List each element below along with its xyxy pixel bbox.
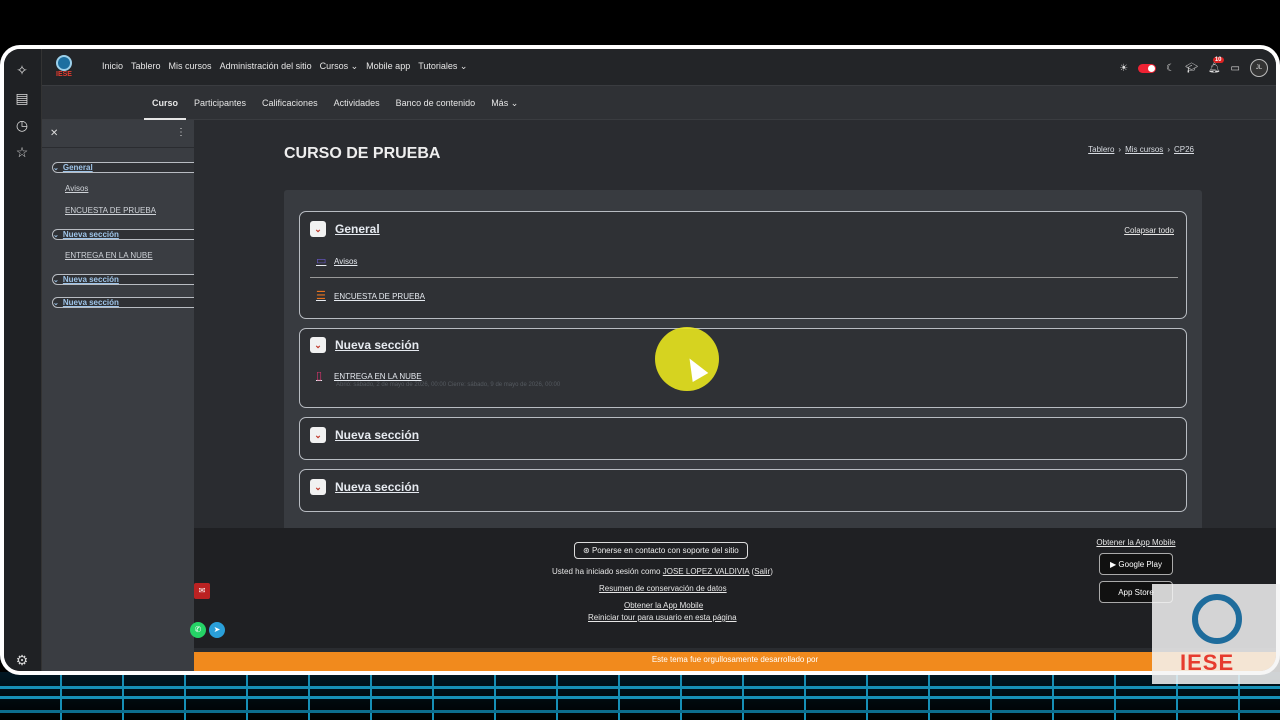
collapse-section-toggle[interactable]: ⌄ bbox=[310, 221, 326, 237]
section-nueva-2: ⌄ Nueva sección bbox=[299, 417, 1187, 460]
collapse-section-toggle[interactable]: ⌄ bbox=[310, 479, 326, 495]
star-icon[interactable]: ☆ bbox=[13, 143, 31, 161]
page-footer: ⊛ Ponerse en contacto con soporte del si… bbox=[194, 528, 1276, 648]
theme-toggle[interactable] bbox=[1138, 63, 1157, 73]
sun-icon[interactable]: ☀ bbox=[1119, 63, 1128, 74]
tab-calificaciones[interactable]: Calificaciones bbox=[254, 86, 326, 120]
site-logo[interactable]: IESE bbox=[52, 55, 76, 81]
tab-curso[interactable]: Curso bbox=[144, 86, 187, 120]
email-icon[interactable]: ✉ bbox=[194, 583, 210, 599]
messages-icon[interactable]: ▭ bbox=[1231, 63, 1240, 74]
activity-dates: Abrió: sábado, 2 de mayo de 2026, 00:00 … bbox=[336, 382, 561, 388]
clock-icon[interactable]: ◷ bbox=[13, 116, 31, 134]
drawer-item-avisos[interactable]: Avisos bbox=[65, 184, 88, 193]
course-secondary-nav: Curso Participantes Calificaciones Activ… bbox=[42, 86, 1276, 120]
activity-encuesta[interactable]: ☰ ENCUESTA DE PRUEBA bbox=[316, 290, 425, 302]
forum-icon: ▭ bbox=[316, 255, 327, 267]
collapse-all-link[interactable]: Colapsar todo bbox=[1124, 226, 1174, 235]
contact-support-button[interactable]: ⊛ Ponerse en contacto con soporte del si… bbox=[574, 542, 748, 559]
logged-in-info: Usted ha iniciado sesión como JOSE LOPEZ… bbox=[552, 567, 773, 576]
nav-tablero[interactable]: Tablero bbox=[131, 61, 161, 72]
background-grid bbox=[0, 672, 1280, 720]
breadcrumb-course[interactable]: CP26 bbox=[1174, 145, 1194, 154]
moon-icon[interactable]: ☾ bbox=[1166, 63, 1175, 74]
user-profile-link[interactable]: JOSE LOPEZ VALDIVIA bbox=[663, 567, 750, 576]
iese-logo-emblem bbox=[1192, 594, 1242, 644]
notifications-badge: 10 bbox=[1212, 56, 1224, 63]
collapse-section-toggle[interactable]: ⌄ bbox=[310, 337, 326, 353]
watermark-text: IESE bbox=[1180, 650, 1235, 675]
gear-icon[interactable]: ⚙ bbox=[13, 651, 31, 669]
close-drawer-icon[interactable]: ✕ bbox=[50, 128, 58, 139]
nav-mobile-app[interactable]: Mobile app bbox=[366, 61, 410, 72]
drawer-item-entrega[interactable]: ENTREGA EN LA NUBE bbox=[65, 251, 153, 260]
primary-nav: Inicio Tablero Mis cursos Administración… bbox=[102, 61, 467, 72]
ai-sparkle-icon[interactable]: ✧ bbox=[13, 61, 31, 79]
chevron-down-icon: ⌄ bbox=[53, 277, 59, 284]
section-nueva-1: ⌄ Nueva sección ▯ ENTREGA EN LA NUBE Abr… bbox=[299, 328, 1187, 408]
course-index-icon[interactable]: ▤ bbox=[13, 89, 31, 107]
activity-avisos[interactable]: ▭ Avisos bbox=[316, 255, 357, 267]
telegram-icon[interactable]: ➤ bbox=[209, 622, 225, 638]
tab-actividades[interactable]: Actividades bbox=[326, 86, 388, 120]
chevron-down-icon: ⌄ bbox=[53, 165, 59, 172]
tab-banco-contenido[interactable]: Banco de contenido bbox=[388, 86, 484, 120]
logout-link[interactable]: Salir bbox=[754, 567, 770, 576]
stage: ✧ ▤ ◷ ☆ ⚙ IESE Inicio Tablero Mis cursos… bbox=[0, 0, 1280, 720]
course-content-card: ⌄ General Colapsar todo ▭ Avisos ☰ ENCUE… bbox=[284, 190, 1202, 534]
chevron-down-icon: ⌄ bbox=[53, 232, 59, 239]
section-nueva-3: ⌄ Nueva sección bbox=[299, 469, 1187, 512]
assignment-icon: ▯ bbox=[316, 370, 323, 382]
survey-icon: ☰ bbox=[316, 290, 326, 302]
activity-entrega[interactable]: ▯ ENTREGA EN LA NUBE bbox=[316, 370, 422, 382]
section-title[interactable]: Nueva sección bbox=[335, 480, 419, 494]
get-app-link[interactable]: Obtener la App Mobile bbox=[624, 601, 703, 610]
nav-inicio[interactable]: Inicio bbox=[102, 61, 123, 72]
chevron-right-icon: › bbox=[1118, 145, 1122, 154]
whatsapp-icon[interactable]: ✆ bbox=[190, 622, 206, 638]
user-avatar[interactable]: JL bbox=[1250, 59, 1268, 77]
section-title[interactable]: General bbox=[335, 222, 380, 236]
screen-frame: ✧ ▤ ◷ ☆ ⚙ IESE Inicio Tablero Mis cursos… bbox=[0, 45, 1280, 675]
graduation-cap-icon[interactable]: 🎓︎ bbox=[1185, 63, 1198, 74]
iese-watermark: IESE bbox=[1152, 584, 1280, 684]
top-navbar: IESE Inicio Tablero Mis cursos Administr… bbox=[42, 49, 1276, 86]
tab-mas-dropdown[interactable]: Más ⌄ bbox=[483, 86, 526, 120]
section-title[interactable]: Nueva sección bbox=[335, 338, 419, 352]
chevron-right-icon: › bbox=[1167, 145, 1170, 154]
user-tools: ☀ ☾ 🎓︎ 🔔︎ 10 ▭ JL bbox=[1119, 56, 1268, 77]
breadcrumb-tablero[interactable]: Tablero bbox=[1088, 145, 1114, 154]
drawer-item-encuesta[interactable]: ENCUESTA DE PRUEBA bbox=[65, 206, 156, 215]
notifications-bell-icon[interactable]: 🔔︎ 10 bbox=[1208, 56, 1224, 74]
kebab-menu-icon[interactable]: ⋮ bbox=[176, 127, 186, 138]
nav-administracion[interactable]: Administración del sitio bbox=[220, 61, 312, 72]
logo-emblem bbox=[56, 55, 72, 71]
breadcrumb-mis-cursos[interactable]: Mis cursos bbox=[1125, 145, 1163, 154]
app-mobile-link[interactable]: Obtener la App Mobile bbox=[1091, 538, 1181, 547]
breadcrumb: Tablero › Mis cursos › CP26 bbox=[1088, 145, 1194, 154]
collapse-section-toggle[interactable]: ⌄ bbox=[310, 427, 326, 443]
chevron-down-icon: ⌄ bbox=[53, 300, 59, 307]
tab-participantes[interactable]: Participantes bbox=[186, 86, 254, 120]
nav-cursos-dropdown[interactable]: Cursos ⌄ bbox=[320, 61, 359, 72]
screen: ✧ ▤ ◷ ☆ ⚙ IESE Inicio Tablero Mis cursos… bbox=[4, 49, 1276, 671]
data-retention-link[interactable]: Resumen de conservación de datos bbox=[599, 584, 727, 593]
left-rail: ✧ ▤ ◷ ☆ ⚙ bbox=[4, 49, 42, 671]
google-play-button[interactable]: ▶ Google Play bbox=[1099, 553, 1173, 575]
nav-tutoriales-dropdown[interactable]: Tutoriales ⌄ bbox=[418, 61, 467, 72]
logo-text: IESE bbox=[56, 71, 72, 78]
nav-mis-cursos[interactable]: Mis cursos bbox=[169, 61, 212, 72]
lifebuoy-icon: ⊛ bbox=[583, 546, 592, 555]
reset-tour-link[interactable]: Reiniciar tour para usuario en esta pági… bbox=[588, 613, 737, 622]
page-title: CURSO DE PRUEBA bbox=[284, 145, 441, 162]
course-index-drawer: ✕ ⋮ ⌄ General Avisos ENCUESTA DE PRUEBA ⌄… bbox=[42, 120, 940, 671]
divider bbox=[310, 277, 1178, 278]
theme-credit-bar: Este tema fue orgullosamente desarrollad… bbox=[194, 652, 1276, 671]
section-general: ⌄ General Colapsar todo ▭ Avisos ☰ ENCUE… bbox=[299, 211, 1187, 319]
section-title[interactable]: Nueva sección bbox=[335, 428, 419, 442]
